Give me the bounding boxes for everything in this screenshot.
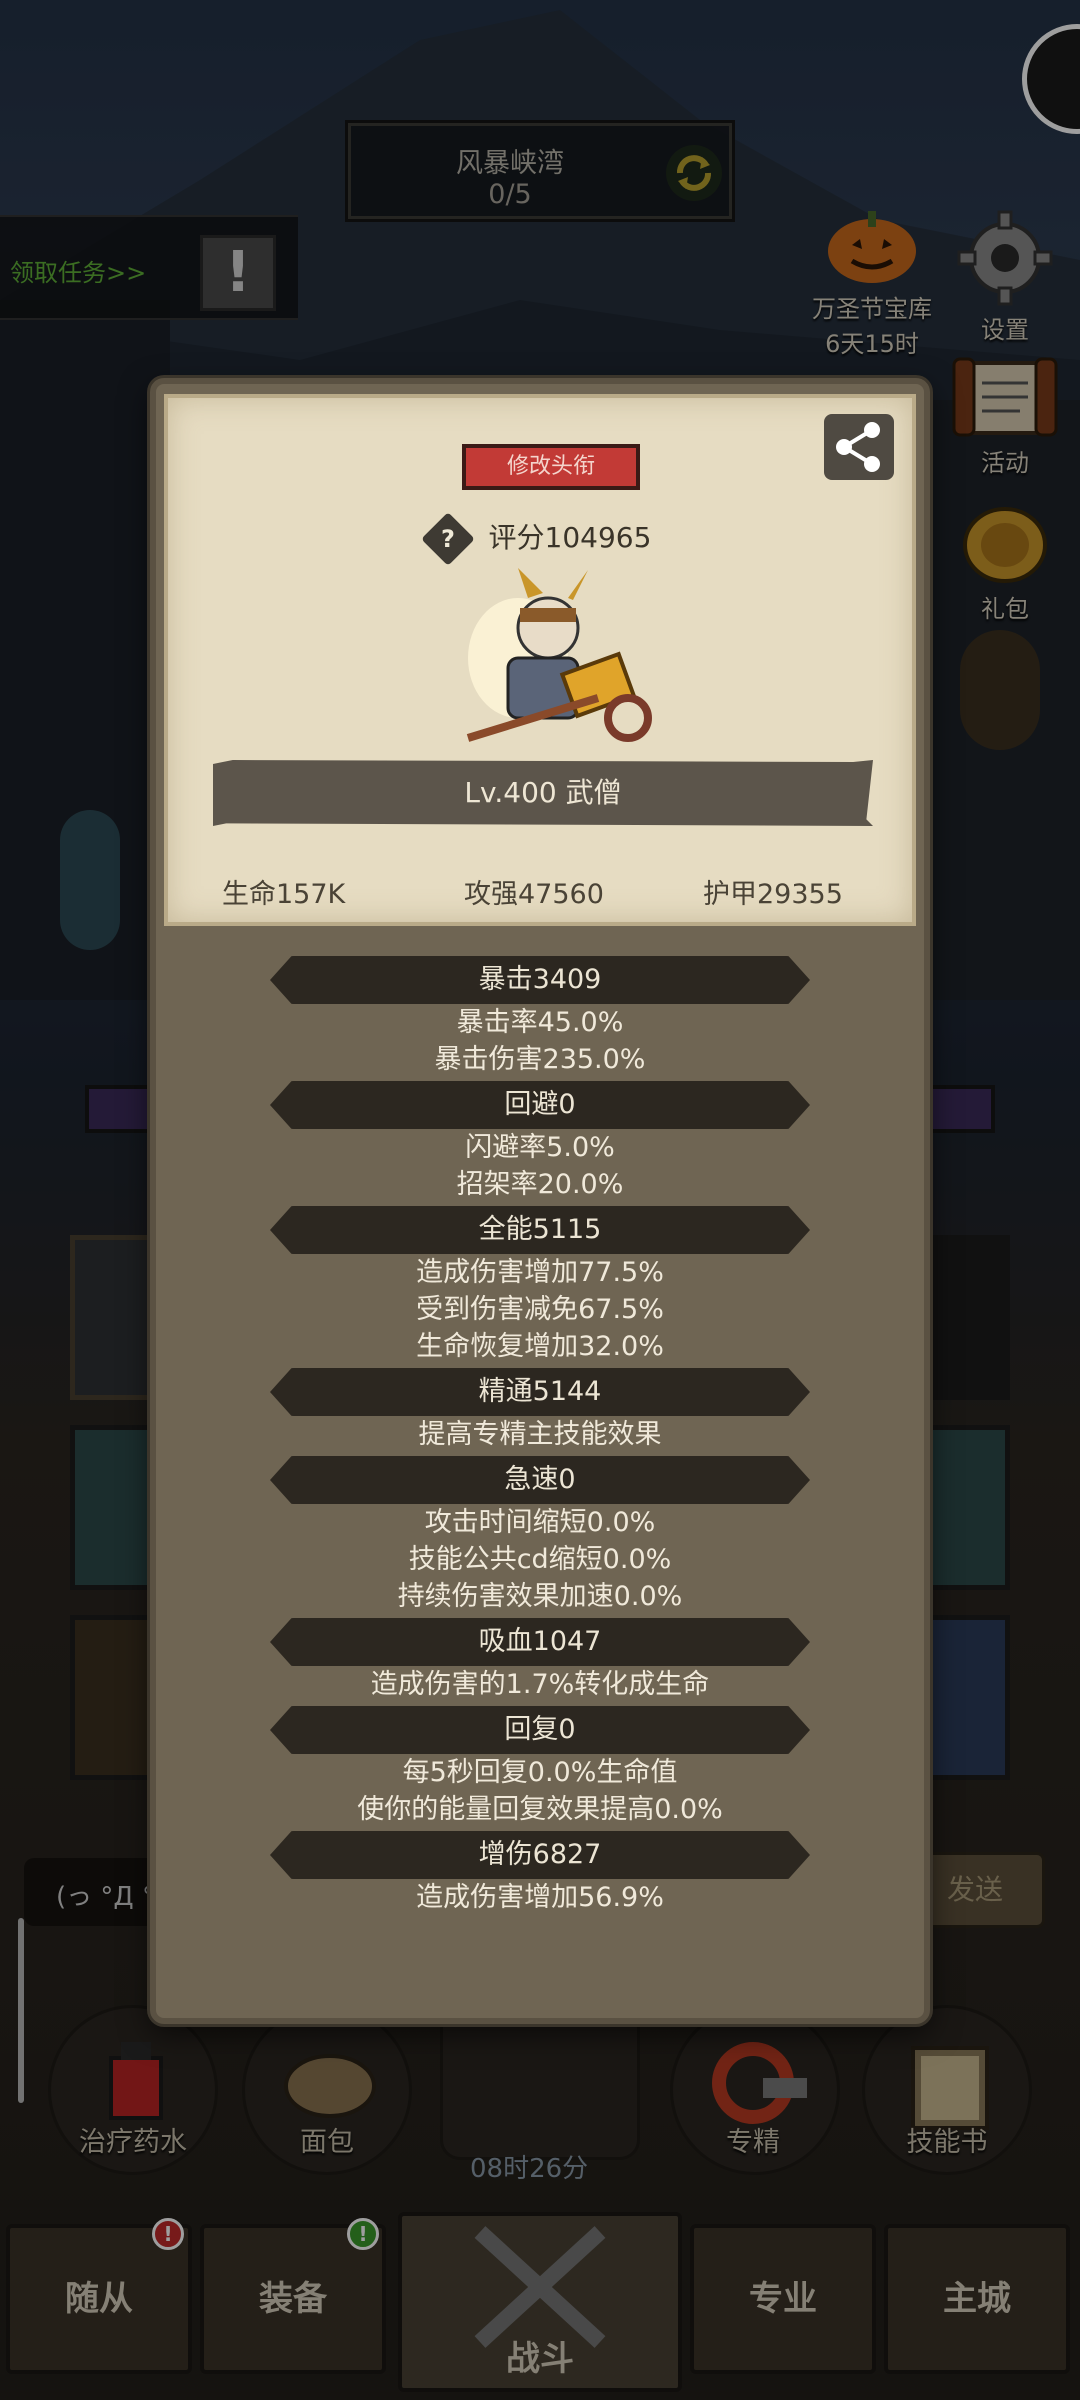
stat-detail: 受到伤害减免67.5%	[416, 1294, 664, 1325]
stat-detail: 造成伤害的1.7%转化成生命	[370, 1669, 710, 1700]
stat-detail: 生命恢复增加32.0%	[416, 1331, 664, 1362]
stat-versatility: 全能5115 造成伤害增加77.5% 受到伤害减免67.5% 生命恢复增加32.…	[156, 1206, 924, 1365]
stat-lifesteal: 吸血1047 造成伤害的1.7%转化成生命	[156, 1618, 924, 1703]
share-button[interactable]	[824, 414, 894, 480]
stat-damage-increase: 增伤6827 造成伤害增加56.9%	[156, 1831, 924, 1916]
edit-title-button[interactable]: 修改头衔	[462, 444, 640, 490]
stat-header: 增伤6827	[270, 1831, 810, 1879]
stat-header: 回复0	[270, 1706, 810, 1754]
stat-detail: 使你的能量回复效果提高0.0%	[357, 1794, 723, 1825]
score-value: 评分104965	[488, 521, 652, 554]
stat-detail: 造成伤害增加56.9%	[416, 1882, 664, 1913]
stat-detail: 闪避率5.0%	[465, 1132, 615, 1163]
stat-header: 精通5144	[270, 1368, 810, 1416]
level-class-banner: Lv.400 武僧	[213, 760, 873, 826]
stat-avoidance: 回避0 闪避率5.0% 招架率20.0%	[156, 1081, 924, 1203]
armor-stat: 护甲29355	[703, 879, 843, 910]
hero-portrait	[466, 568, 652, 742]
score-row: ? 评分104965	[168, 512, 912, 566]
secondary-stats-list: 暴击3409 暴击率45.0% 暴击伤害235.0% 回避0 闪避率5.0% 招…	[156, 956, 924, 1919]
character-header-card: 修改头衔 ? 评分104965 Lv.400 武僧 生命157K 攻强47560 …	[164, 394, 916, 926]
character-stats-modal: 修改头衔 ? 评分104965 Lv.400 武僧 生命157K 攻强47560 …	[150, 378, 930, 2024]
stat-detail: 持续伤害效果加速0.0%	[397, 1581, 683, 1612]
stat-detail: 暴击伤害235.0%	[434, 1044, 646, 1075]
stat-detail: 招架率20.0%	[456, 1169, 624, 1200]
stat-header: 全能5115	[270, 1206, 810, 1254]
stat-detail: 攻击时间缩短0.0%	[424, 1507, 656, 1538]
stat-detail: 造成伤害增加77.5%	[416, 1257, 664, 1288]
stat-detail: 技能公共cd缩短0.0%	[408, 1544, 672, 1575]
stat-header: 暴击3409	[270, 956, 810, 1004]
stat-crit: 暴击3409 暴击率45.0% 暴击伤害235.0%	[156, 956, 924, 1078]
stat-header: 吸血1047	[270, 1618, 810, 1666]
help-icon[interactable]: ?	[420, 512, 475, 566]
stat-detail: 提高专精主技能效果	[418, 1419, 662, 1450]
stat-header: 急速0	[270, 1456, 810, 1504]
stat-detail: 每5秒回复0.0%生命值	[402, 1757, 678, 1788]
health-stat: 生命157K	[222, 879, 346, 910]
main-stats-row: 生命157K 攻强47560 护甲29355	[168, 872, 912, 912]
share-icon	[836, 422, 880, 472]
stat-detail: 暴击率45.0%	[456, 1007, 624, 1038]
attack-power-stat: 攻强47560	[464, 879, 604, 910]
stat-mastery: 精通5144 提高专精主技能效果	[156, 1368, 924, 1453]
stat-haste: 急速0 攻击时间缩短0.0% 技能公共cd缩短0.0% 持续伤害效果加速0.0%	[156, 1456, 924, 1615]
stat-regeneration: 回复0 每5秒回复0.0%生命值 使你的能量回复效果提高0.0%	[156, 1706, 924, 1828]
stat-header: 回避0	[270, 1081, 810, 1129]
